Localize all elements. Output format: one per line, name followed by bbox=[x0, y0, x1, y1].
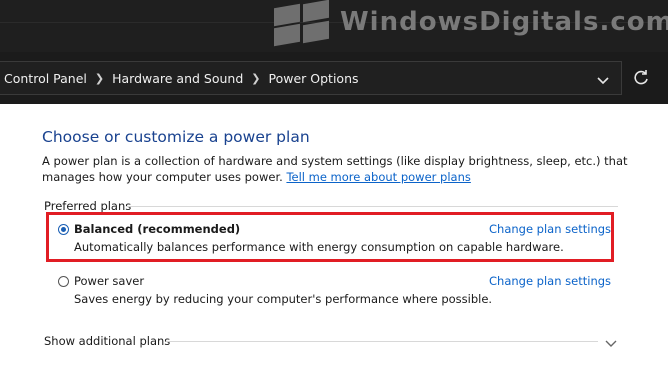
main-content: Choose or customize a power plan A power… bbox=[0, 104, 668, 366]
learn-more-link[interactable]: Tell me more about power plans bbox=[286, 170, 470, 184]
breadcrumb-separator-icon: ❯ bbox=[94, 71, 105, 85]
breadcrumb-power-options[interactable]: Power Options bbox=[269, 71, 359, 86]
address-dropdown-button[interactable] bbox=[596, 71, 616, 87]
watermark: WindowsDigitals.com bbox=[270, 0, 668, 47]
address-box[interactable]: Control Panel ❯ Hardware and Sound ❯ Pow… bbox=[0, 61, 622, 95]
expand-button[interactable] bbox=[604, 334, 618, 347]
chevron-down-icon bbox=[605, 340, 617, 347]
page-title: Choose or customize a power plan bbox=[42, 128, 310, 146]
breadcrumb-separator-icon: ❯ bbox=[251, 71, 261, 85]
preferred-plans-label: Preferred plans bbox=[44, 199, 132, 213]
windows-logo-icon bbox=[270, 0, 332, 47]
plan-name[interactable]: Power saver bbox=[74, 274, 144, 288]
window-title-bar: WindowsDigitals.com bbox=[0, 0, 668, 52]
plan-description: Saves energy by reducing your computer's… bbox=[74, 292, 493, 306]
preferred-plans-divider bbox=[126, 206, 618, 207]
page-description: A power plan is a collection of hardware… bbox=[42, 153, 642, 185]
change-plan-settings-link[interactable]: Change plan settings bbox=[489, 274, 611, 288]
refresh-icon bbox=[634, 70, 648, 85]
address-bar: Control Panel ❯ Hardware and Sound ❯ Pow… bbox=[0, 52, 668, 104]
watermark-text: WindowsDigitals.com bbox=[340, 7, 668, 37]
breadcrumb-hardware-and-sound[interactable]: Hardware and Sound bbox=[112, 71, 243, 86]
refresh-button[interactable] bbox=[630, 67, 656, 91]
chevron-down-icon bbox=[597, 77, 609, 85]
additional-plans-divider bbox=[166, 341, 598, 342]
show-additional-plans-toggle[interactable]: Show additional plans bbox=[44, 334, 170, 348]
breadcrumb-control-panel[interactable]: Control Panel bbox=[4, 71, 87, 86]
highlight-box bbox=[46, 212, 614, 262]
radio-power-saver[interactable] bbox=[58, 276, 69, 287]
